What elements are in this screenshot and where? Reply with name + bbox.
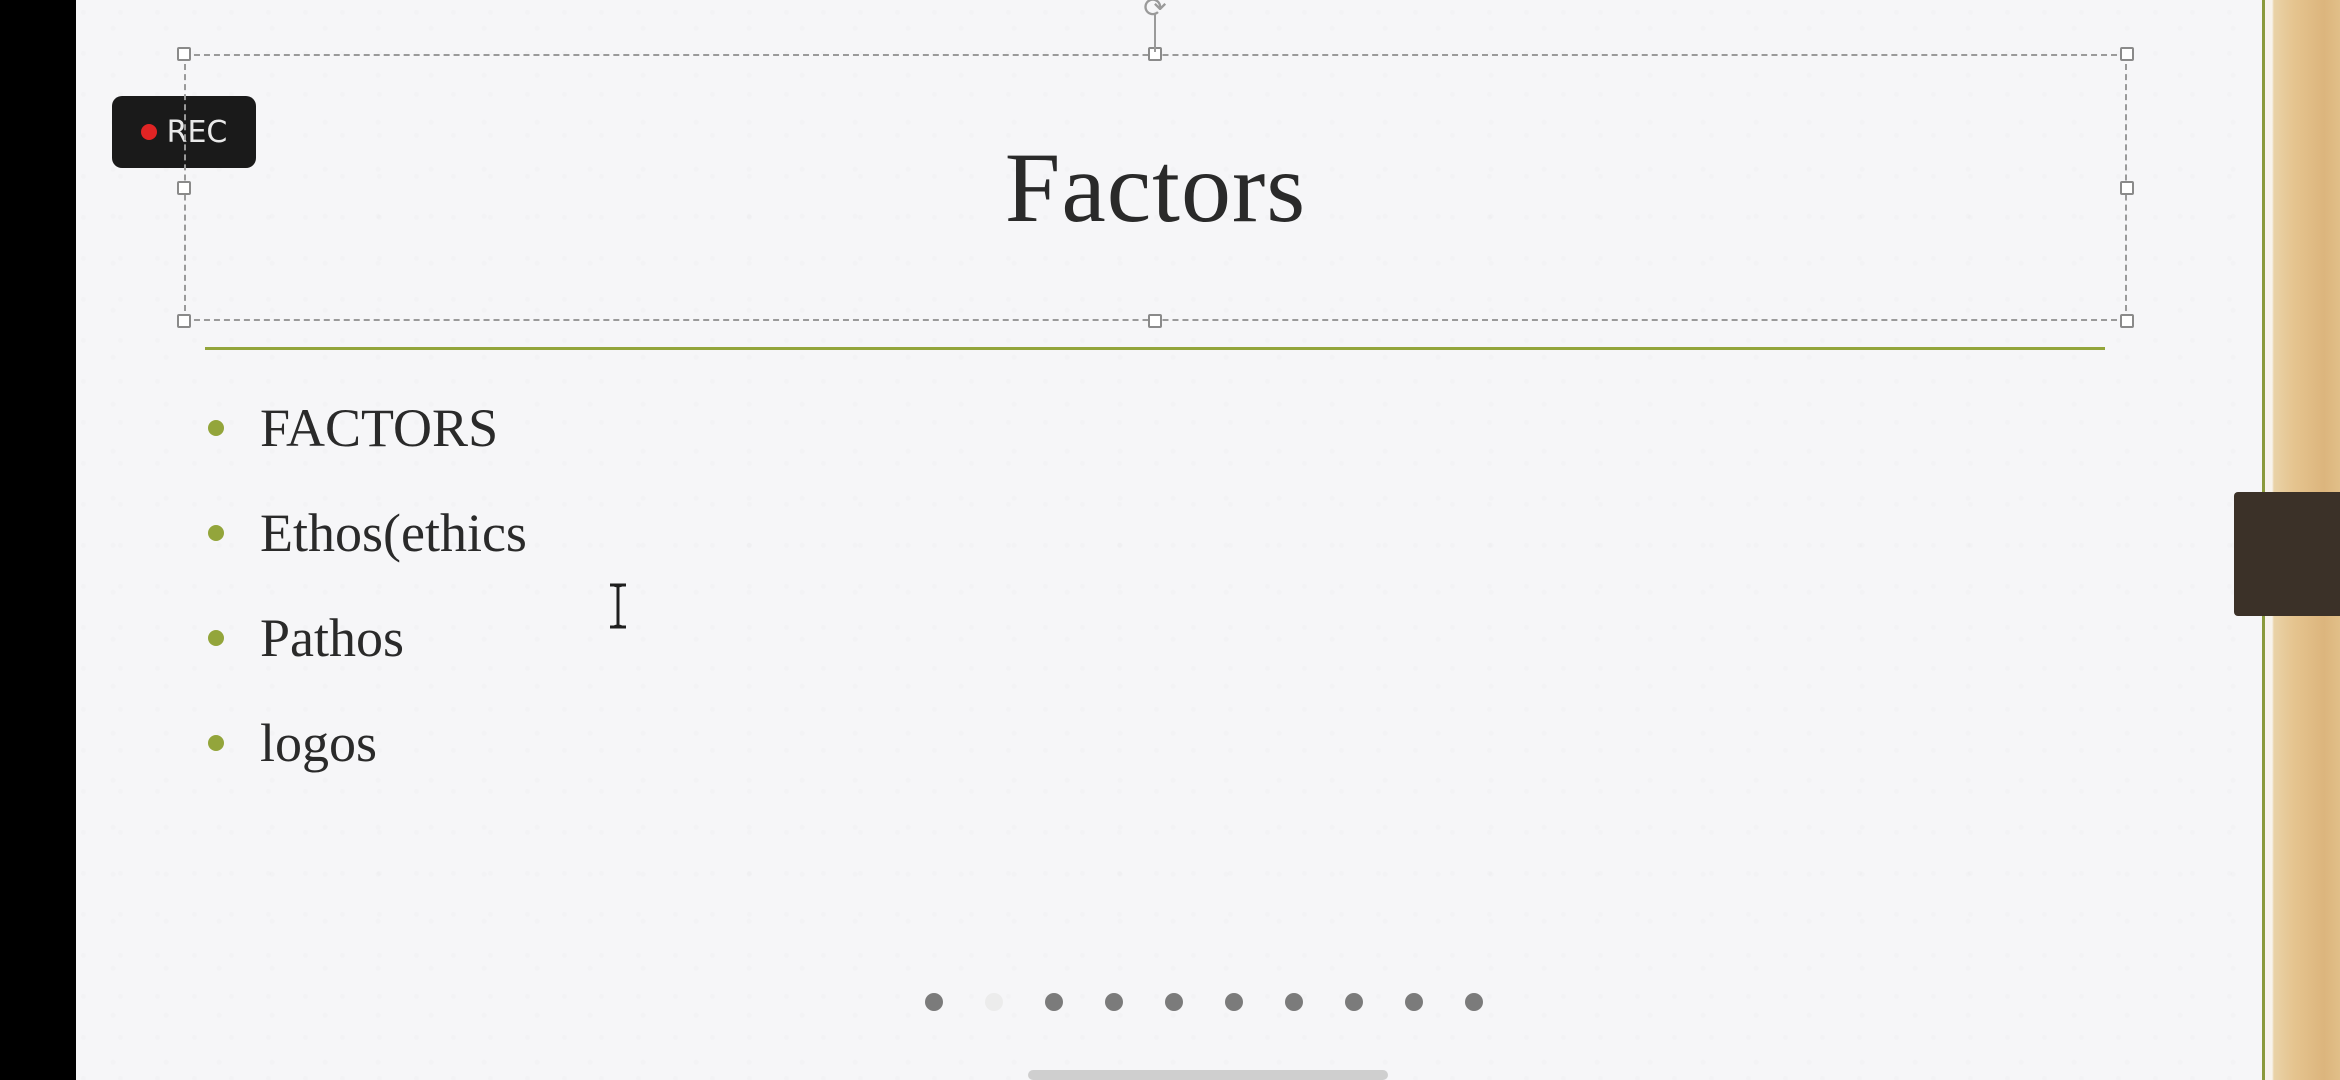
side-panel-handle[interactable] — [2234, 492, 2340, 616]
bullet-text: logos — [260, 712, 378, 773]
page-dot[interactable] — [925, 993, 943, 1011]
page-dot[interactable] — [1405, 993, 1423, 1011]
resize-handle-bottom-middle[interactable] — [1148, 314, 1162, 328]
resize-handle-bottom-left[interactable] — [177, 314, 191, 328]
ibeam-cursor-icon — [610, 583, 626, 629]
slide-pagination[interactable] — [925, 993, 1483, 1011]
bullet-item[interactable]: Ethos(ethics — [200, 480, 527, 585]
resize-handle-middle-left[interactable] — [177, 181, 191, 195]
home-gesture-bar[interactable] — [1028, 1070, 1388, 1080]
page-dot-active[interactable] — [985, 993, 1003, 1011]
bullet-item[interactable]: Pathos — [200, 585, 527, 690]
page-dot[interactable] — [1165, 993, 1183, 1011]
recording-dot-icon — [140, 124, 157, 140]
page-dot[interactable] — [1465, 993, 1483, 1011]
rotate-icon[interactable]: ⟳ — [1141, 0, 1169, 22]
title-selection-box[interactable] — [177, 47, 2134, 328]
bullet-item[interactable]: logos — [200, 690, 527, 795]
bullet-text: Ethos(ethics — [260, 502, 527, 563]
bullet-dot-icon — [208, 734, 224, 751]
page-dot[interactable] — [1105, 993, 1123, 1011]
bullet-item[interactable]: FACTORS — [200, 375, 527, 480]
bullet-dot-icon — [208, 419, 224, 436]
bullet-dot-icon — [208, 629, 224, 646]
left-bezel — [0, 0, 76, 1080]
bullet-text: FACTORS — [260, 397, 499, 458]
resize-handle-top-left[interactable] — [177, 47, 191, 61]
screen: REC Factors ⟳ FACTORS Ethos(ethics Patho… — [0, 0, 2340, 1080]
page-dot[interactable] — [1345, 993, 1363, 1011]
bullet-text: Pathos — [260, 607, 405, 668]
bullet-dot-icon — [208, 524, 224, 541]
resize-handle-middle-right[interactable] — [2120, 181, 2134, 195]
resize-handle-bottom-right[interactable] — [2120, 314, 2134, 328]
page-dot[interactable] — [1045, 993, 1063, 1011]
resize-handle-top-right[interactable] — [2120, 47, 2134, 61]
page-dot[interactable] — [1285, 993, 1303, 1011]
title-divider-line — [205, 347, 2105, 350]
bullet-list[interactable]: FACTORS Ethos(ethics Pathos logos — [200, 375, 527, 795]
page-dot[interactable] — [1225, 993, 1243, 1011]
